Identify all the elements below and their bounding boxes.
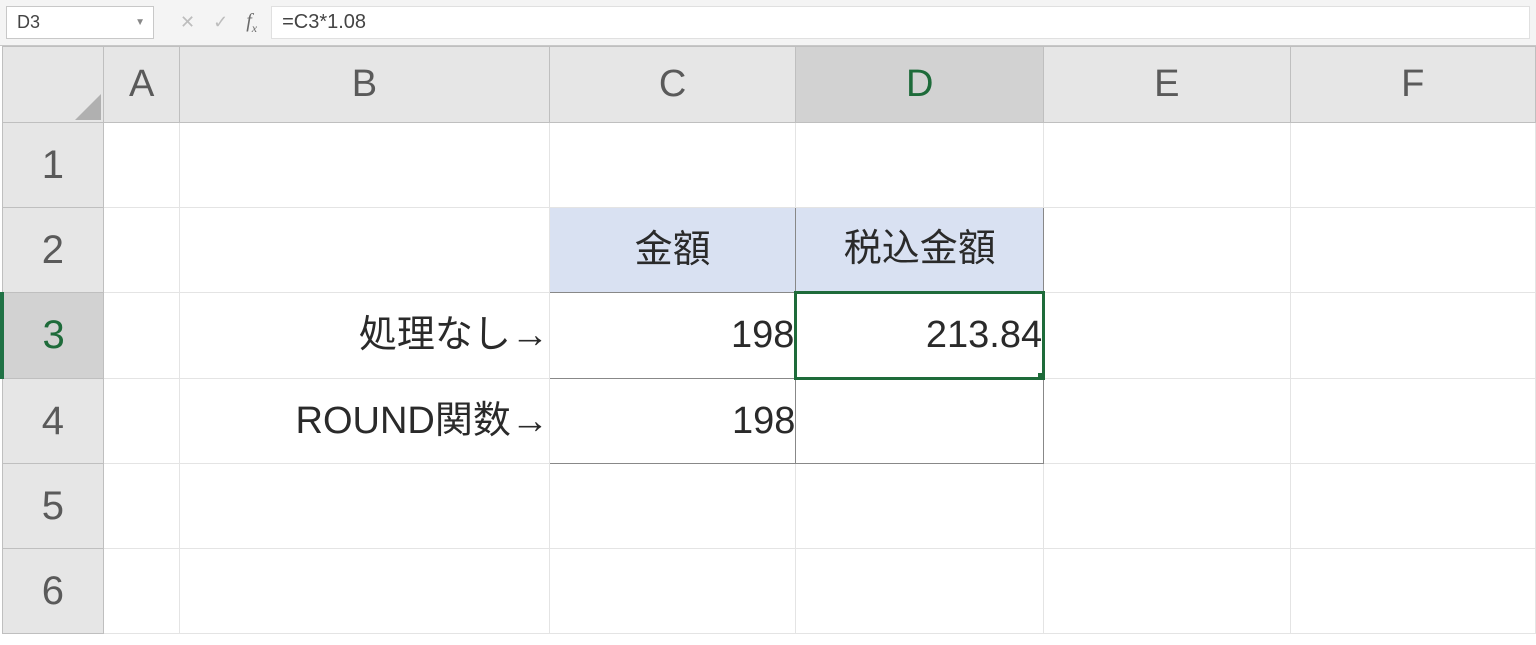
col-header-A[interactable]: A (104, 47, 180, 123)
formula-bar: D3 ▼ ✕ ✓ fx =C3*1.08 (0, 0, 1536, 46)
spreadsheet-grid[interactable]: A B C D E F 1 2 金額 税込金額 3 処理なし→ 198 213.… (0, 46, 1536, 634)
cell-F1[interactable] (1290, 123, 1535, 208)
cell-E5[interactable] (1044, 464, 1290, 549)
cell-D4[interactable] (796, 379, 1044, 464)
cell-E4[interactable] (1044, 379, 1290, 464)
select-all-corner[interactable] (2, 47, 104, 123)
cell-A6[interactable] (104, 549, 180, 634)
row-header-2[interactable]: 2 (2, 208, 104, 293)
col-header-C[interactable]: C (549, 47, 796, 123)
cell-B4[interactable]: ROUND関数→ (180, 379, 550, 464)
cell-F5[interactable] (1290, 464, 1535, 549)
cell-F2[interactable] (1290, 208, 1535, 293)
cell-B3[interactable]: 処理なし→ (180, 293, 550, 379)
cell-E1[interactable] (1044, 123, 1290, 208)
col-header-B[interactable]: B (180, 47, 550, 123)
cell-A5[interactable] (104, 464, 180, 549)
row-header-1[interactable]: 1 (2, 123, 104, 208)
cell-C4[interactable]: 198 (549, 379, 796, 464)
row-header-4[interactable]: 4 (2, 379, 104, 464)
cell-E3[interactable] (1044, 293, 1290, 379)
formula-text: =C3*1.08 (282, 11, 366, 34)
cell-B1[interactable] (180, 123, 550, 208)
cell-E2[interactable] (1044, 208, 1290, 293)
cell-A1[interactable] (104, 123, 180, 208)
row-header-3[interactable]: 3 (2, 293, 104, 379)
col-header-E[interactable]: E (1044, 47, 1290, 123)
cell-C5[interactable] (549, 464, 796, 549)
cell-A3[interactable] (104, 293, 180, 379)
cell-C3[interactable]: 198 (549, 293, 796, 379)
col-header-D[interactable]: D (796, 47, 1044, 123)
fx-icon[interactable]: fx (246, 10, 257, 36)
cell-D6[interactable] (796, 549, 1044, 634)
cell-C6[interactable] (549, 549, 796, 634)
name-box[interactable]: D3 ▼ (6, 6, 154, 39)
cell-A2[interactable] (104, 208, 180, 293)
chevron-down-icon[interactable]: ▼ (135, 17, 145, 28)
col-header-F[interactable]: F (1290, 47, 1535, 123)
cell-F3[interactable] (1290, 293, 1535, 379)
cell-F6[interactable] (1290, 549, 1535, 634)
name-box-value: D3 (17, 12, 40, 33)
cell-B6[interactable] (180, 549, 550, 634)
row-header-6[interactable]: 6 (2, 549, 104, 634)
cell-D5[interactable] (796, 464, 1044, 549)
formula-bar-icons: ✕ ✓ fx (166, 0, 271, 45)
enter-icon[interactable]: ✓ (213, 12, 228, 33)
cell-D2[interactable]: 税込金額 (796, 208, 1044, 293)
cancel-icon[interactable]: ✕ (180, 12, 195, 33)
formula-input[interactable]: =C3*1.08 (271, 6, 1530, 39)
cell-C2[interactable]: 金額 (549, 208, 796, 293)
cell-B2[interactable] (180, 208, 550, 293)
cell-D3[interactable]: 213.84 (796, 293, 1044, 379)
cell-D1[interactable] (796, 123, 1044, 208)
cell-C1[interactable] (549, 123, 796, 208)
cell-E6[interactable] (1044, 549, 1290, 634)
cell-A4[interactable] (104, 379, 180, 464)
cell-B5[interactable] (180, 464, 550, 549)
cell-F4[interactable] (1290, 379, 1535, 464)
row-header-5[interactable]: 5 (2, 464, 104, 549)
